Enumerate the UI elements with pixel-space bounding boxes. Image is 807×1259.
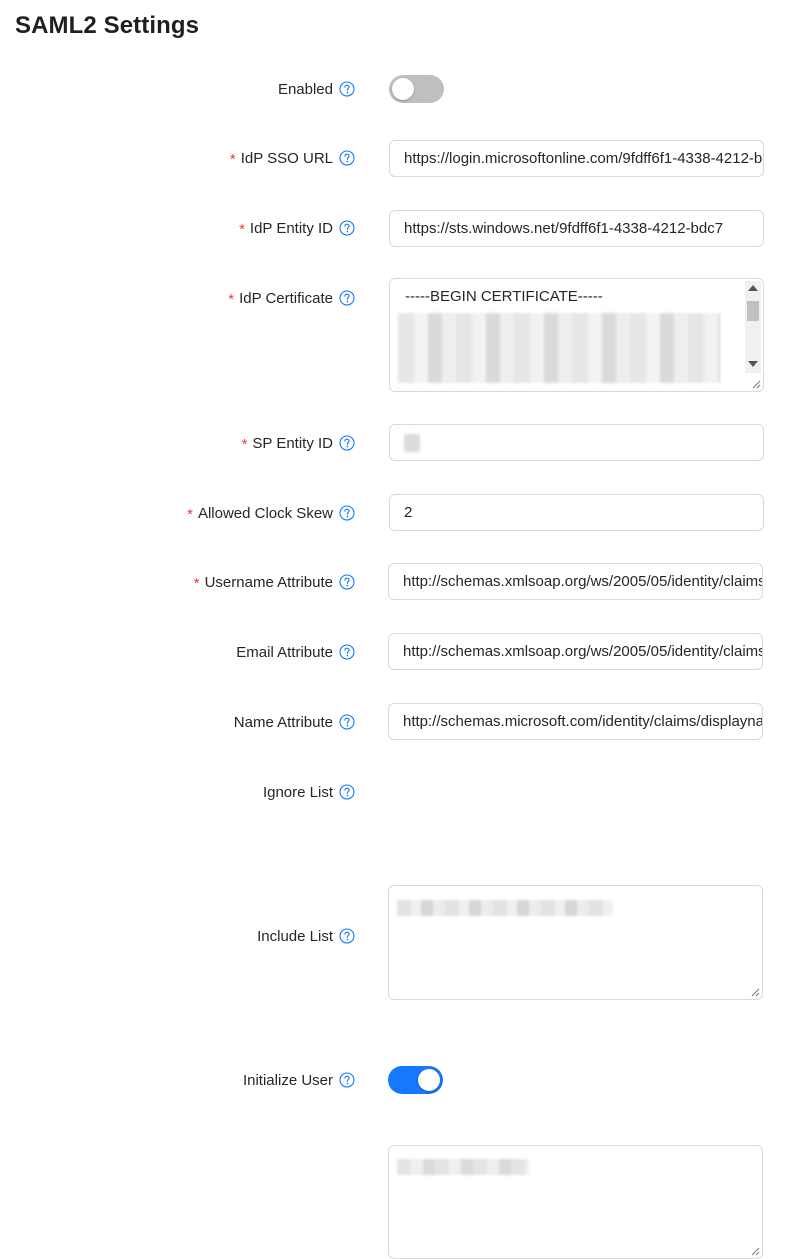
include-list-label: Include List [257,926,355,946]
email-attribute-label-text: Email Attribute [236,643,333,661]
required-asterisk: * [187,505,193,523]
toggle-knob [418,1069,440,1091]
required-asterisk: * [193,574,200,592]
idp-sso-url-value: https://login.microsoftonline.com/9fdff6… [404,150,764,167]
question-circle-icon[interactable] [339,81,355,97]
idp-entity-id-label-text: IdP Entity ID [249,219,333,237]
enabled-label: Enabled [278,79,355,99]
idp-sso-url-input[interactable]: https://login.microsoftonline.com/9fdff6… [389,140,764,177]
allowed-clock-skew-label-text: Allowed Clock Skew [197,504,333,522]
initialize-user-toggle[interactable] [388,1066,443,1094]
sp-entity-id-label: * SP Entity ID [242,433,355,453]
required-asterisk: * [228,290,235,308]
sp-entity-id-input[interactable] [389,424,764,461]
page-title: SAML2 Settings [15,12,200,39]
question-circle-icon[interactable] [339,505,355,521]
idp-sso-url-label-text: IdP SSO URL [240,149,333,167]
question-circle-icon[interactable] [339,574,355,590]
question-circle-icon[interactable] [339,290,355,306]
question-circle-icon[interactable] [339,435,355,451]
enabled-label-text: Enabled [277,80,333,98]
allowed-clock-skew-label: * Allowed Clock Skew [187,503,355,523]
idp-sso-url-label: * IdP SSO URL [230,148,355,168]
idp-certificate-first-line: -----BEGIN CERTIFICATE----- [405,288,603,305]
username-attribute-value: http://schemas.xmlsoap.org/ws/2005/05/id… [403,573,762,590]
question-circle-icon[interactable] [339,644,355,660]
username-attribute-input[interactable]: http://schemas.xmlsoap.org/ws/2005/05/id… [388,563,763,600]
email-attribute-input[interactable]: http://schemas.xmlsoap.org/ws/2005/05/id… [388,633,763,670]
question-circle-icon[interactable] [339,150,355,166]
email-attribute-value: http://schemas.xmlsoap.org/ws/2005/05/id… [403,643,763,660]
redacted-sp-entity-id [404,434,420,452]
question-circle-icon[interactable] [339,1072,355,1088]
ignore-list-label: Ignore List [263,782,355,802]
required-asterisk: * [241,435,248,453]
idp-certificate-label-text: IdP Certificate [239,289,333,307]
scroll-thumb[interactable] [747,301,759,321]
idp-entity-id-label: * IdP Entity ID [239,218,355,238]
username-attribute-label-text: Username Attribute [204,573,333,591]
required-asterisk: * [239,220,245,238]
idp-certificate-label: * IdP Certificate [228,288,355,308]
ignore-list-textarea[interactable] [388,885,763,1000]
required-asterisk: * [229,150,236,168]
toggle-knob [392,78,414,100]
idp-entity-id-input[interactable]: https://sts.windows.net/9fdff6f1-4338-42… [389,210,764,247]
redacted-ignore-list [397,900,613,916]
redacted-certificate-content [398,313,720,383]
scroll-up-arrow-icon[interactable] [748,285,758,291]
name-attribute-label-text: Name Attribute [233,713,333,731]
initialize-user-label: Initialize User [243,1070,355,1090]
scroll-down-arrow-icon[interactable] [748,361,758,367]
sp-entity-id-label-text: SP Entity ID [252,434,333,452]
resize-grip-icon[interactable] [750,987,760,997]
include-list-label-text: Include List [257,927,333,945]
resize-grip-icon[interactable] [750,1246,760,1256]
allowed-clock-skew-input[interactable]: 2 [389,494,764,531]
email-attribute-label: Email Attribute [236,642,355,662]
name-attribute-label: Name Attribute [234,712,355,732]
idp-certificate-textarea[interactable]: -----BEGIN CERTIFICATE----- [389,278,764,392]
textarea-scrollbar[interactable] [745,281,761,373]
question-circle-icon[interactable] [339,220,355,236]
name-attribute-value: http://schemas.microsoft.com/identity/cl… [403,713,763,730]
resize-grip-icon[interactable] [751,379,761,389]
idp-entity-id-value: https://sts.windows.net/9fdff6f1-4338-42… [404,220,724,237]
username-attribute-label: * Username Attribute [194,572,355,592]
initialize-user-label-text: Initialize User [242,1071,333,1089]
question-circle-icon[interactable] [339,714,355,730]
include-list-textarea[interactable] [388,1145,763,1259]
ignore-list-label-text: Ignore List [262,783,333,801]
enabled-toggle[interactable] [389,75,444,103]
question-circle-icon[interactable] [339,928,355,944]
question-circle-icon[interactable] [339,784,355,800]
redacted-include-list [397,1159,529,1175]
name-attribute-input[interactable]: http://schemas.microsoft.com/identity/cl… [388,703,763,740]
allowed-clock-skew-value: 2 [404,504,413,521]
